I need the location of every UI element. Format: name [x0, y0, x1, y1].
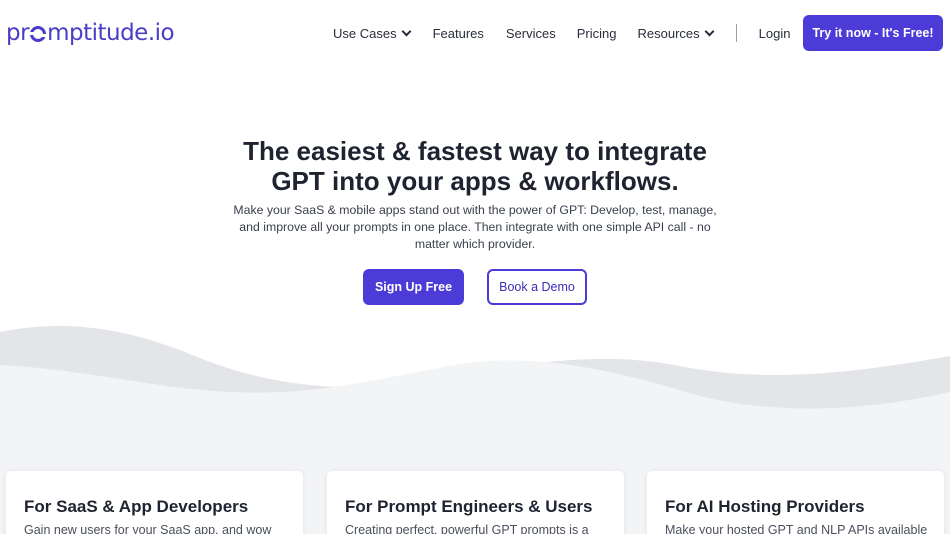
hero-title-line-1: The easiest & fastest way to integrate	[243, 136, 707, 166]
logo-text-prefix: pr	[6, 20, 30, 46]
card-saas-developers: For SaaS & App Developers Gain new users…	[6, 471, 303, 534]
nav-services[interactable]: Services	[506, 26, 556, 41]
card-text: Gain new users for your SaaS app, and wo…	[24, 523, 272, 534]
chevron-down-icon	[401, 26, 412, 36]
hero-subtitle: Make your SaaS & mobile apps stand out w…	[233, 203, 717, 251]
site-header: pr mptitude .io Use Cases Features Service…	[0, 0, 950, 66]
nav-use-cases[interactable]: Use Cases	[333, 25, 412, 41]
book-a-demo-button[interactable]: Book a Demo	[487, 269, 587, 305]
nav-resources-label: Resources	[637, 25, 700, 41]
sign-up-free-button[interactable]: Sign Up Free	[363, 269, 464, 305]
logo-ring-icon	[29, 26, 48, 42]
hero-title: The easiest & fastest way to integrate G…	[175, 136, 775, 196]
promptitude-logo[interactable]: pr mptitude .io	[6, 18, 175, 48]
nav-resources[interactable]: Resources	[637, 25, 715, 41]
nav-login-label: Login	[758, 25, 791, 41]
nav-pricing-label: Pricing	[576, 25, 617, 41]
nav-use-cases-label: Use Cases	[333, 25, 397, 41]
card-title: For Prompt Engineers & Users	[345, 497, 593, 516]
try-it-now-button[interactable]: Try it now - It's Free!	[803, 15, 943, 51]
main-nav: Use Cases Features Services Pricing Reso…	[333, 22, 790, 44]
card-prompt-engineers: For Prompt Engineers & Users Creating pe…	[327, 471, 624, 534]
hero-title-line-2: GPT into your apps & workflows.	[271, 166, 679, 196]
nav-services-label: Services	[505, 25, 556, 41]
card-ai-hosting: For AI Hosting Providers Make your hoste…	[647, 471, 944, 534]
nav-divider	[735, 24, 737, 42]
nav-login[interactable]: Login	[759, 26, 791, 41]
nav-pricing[interactable]: Pricing	[577, 26, 617, 41]
logo-text-tld: .io	[147, 20, 175, 46]
card-title: For SaaS & App Developers	[24, 497, 249, 516]
card-text: Creating perfect, powerful GPT prompts i…	[345, 523, 589, 534]
logo-text-middle: mptitude	[47, 20, 148, 46]
nav-features[interactable]: Features	[433, 26, 484, 41]
chevron-down-icon	[704, 26, 715, 36]
card-title: For AI Hosting Providers	[665, 497, 865, 516]
nav-features-label: Features	[432, 25, 484, 41]
card-text: Make your hosted GPT and NLP APIs availa…	[665, 523, 928, 534]
